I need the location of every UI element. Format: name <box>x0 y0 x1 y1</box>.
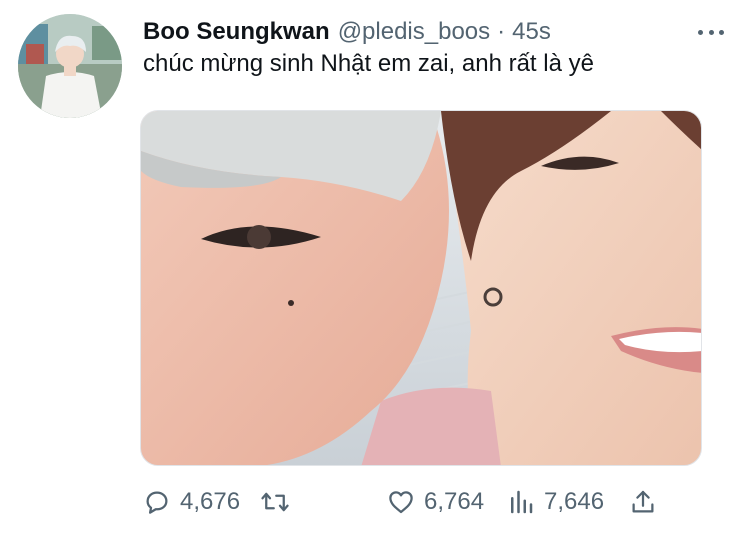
author-name[interactable]: Boo Seungkwan <box>143 18 330 46</box>
reply-bubble-icon <box>146 491 168 514</box>
author-avatar[interactable] <box>18 14 122 118</box>
reply-button[interactable]: 4,676 <box>142 480 240 524</box>
avatar-image <box>18 14 122 118</box>
tweet-photo[interactable] <box>140 110 702 466</box>
views-count: 7,646 <box>544 488 605 515</box>
like-button[interactable]: 6,764 <box>386 480 484 524</box>
like-count: 6,764 <box>424 488 485 515</box>
tweet-header: Boo Seungkwan @pledis_boos · 45s <box>143 14 730 50</box>
retweet-button[interactable] <box>260 480 290 524</box>
photo-image <box>141 111 701 465</box>
more-dots-icon[interactable] <box>698 22 724 42</box>
share-upload-icon <box>632 490 654 513</box>
views-button[interactable]: 7,646 <box>506 480 604 524</box>
tweet-text: chúc mừng sinh Nhật em zai, anh rất là y… <box>143 50 594 77</box>
share-button[interactable] <box>628 480 658 524</box>
tweet-actions: 4,676 6,764 7,646 <box>140 480 700 524</box>
reply-count: 4,676 <box>180 488 241 515</box>
separator-dot: · <box>497 18 506 45</box>
heart-icon <box>389 491 413 514</box>
author-handle[interactable]: @pledis_boos <box>338 18 490 46</box>
bar-chart-icon <box>511 490 533 514</box>
timestamp[interactable]: 45s <box>512 18 551 46</box>
retweet-icon <box>261 492 289 512</box>
